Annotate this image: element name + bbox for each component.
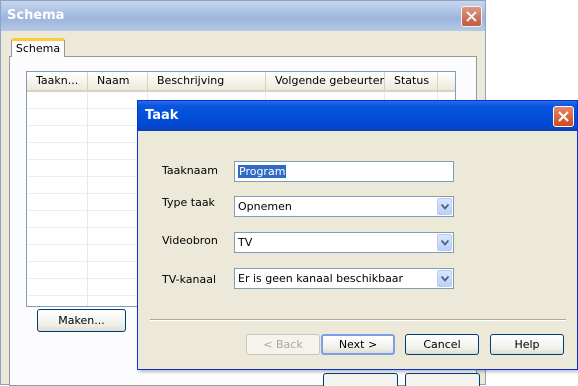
- dialog-separator: [150, 319, 566, 321]
- close-icon: [466, 11, 477, 22]
- chevron-down-icon: [441, 204, 449, 210]
- column-header-filler: [438, 72, 455, 90]
- tv-channel-dropdown-button[interactable]: [437, 270, 452, 287]
- tv-channel-value: Er is geen kanaal beschikbaar: [238, 272, 404, 285]
- column-header-status[interactable]: Status: [385, 72, 438, 90]
- schema-window-title: Schema: [7, 8, 65, 23]
- schema-cancel-button-edge[interactable]: [405, 373, 480, 386]
- close-icon: [558, 111, 569, 122]
- schema-ok-button-edge[interactable]: [323, 373, 398, 386]
- schema-title-bar[interactable]: Schema: [1, 1, 485, 31]
- task-type-label: Type taak: [162, 196, 215, 209]
- chevron-down-icon: [441, 276, 449, 282]
- help-button[interactable]: Help: [490, 334, 564, 355]
- task-dialog-close-button[interactable]: [553, 106, 574, 127]
- tv-channel-label: TV-kanaal: [162, 273, 216, 286]
- column-header-next-event[interactable]: Volgende gebeurtenis: [266, 72, 385, 90]
- task-type-value: Opnemen: [238, 200, 292, 213]
- task-list-header: Taakn... Naam Beschrijving Volgende gebe…: [27, 72, 455, 92]
- task-name-value: Program: [238, 165, 287, 178]
- column-header-task-name[interactable]: Taakn...: [27, 72, 88, 90]
- chevron-down-icon: [441, 240, 449, 246]
- next-button[interactable]: Next >: [321, 334, 395, 355]
- video-source-value: TV: [238, 236, 253, 249]
- task-type-select[interactable]: Opnemen: [234, 196, 454, 217]
- schema-close-button[interactable]: [461, 6, 482, 27]
- task-dialog-title: Taak: [145, 108, 179, 123]
- task-dialog: Taak Taaknaam Program Type taak Opnemen …: [137, 100, 578, 370]
- video-source-select[interactable]: TV: [234, 232, 454, 253]
- cancel-button[interactable]: Cancel: [405, 334, 479, 355]
- column-header-name[interactable]: Naam: [88, 72, 148, 90]
- task-name-input[interactable]: Program: [234, 161, 454, 182]
- tab-schema[interactable]: Schema: [11, 38, 65, 57]
- task-dialog-title-bar[interactable]: Taak: [138, 101, 577, 131]
- video-source-dropdown-button[interactable]: [437, 234, 452, 251]
- video-source-label: Videobron: [162, 234, 218, 247]
- tv-channel-select[interactable]: Er is geen kanaal beschikbaar: [234, 268, 454, 289]
- make-button[interactable]: Maken...: [37, 309, 126, 332]
- task-name-label: Taaknaam: [162, 164, 218, 177]
- back-button[interactable]: < Back: [246, 334, 320, 355]
- task-type-dropdown-button[interactable]: [437, 198, 452, 215]
- column-header-description[interactable]: Beschrijving: [148, 72, 266, 90]
